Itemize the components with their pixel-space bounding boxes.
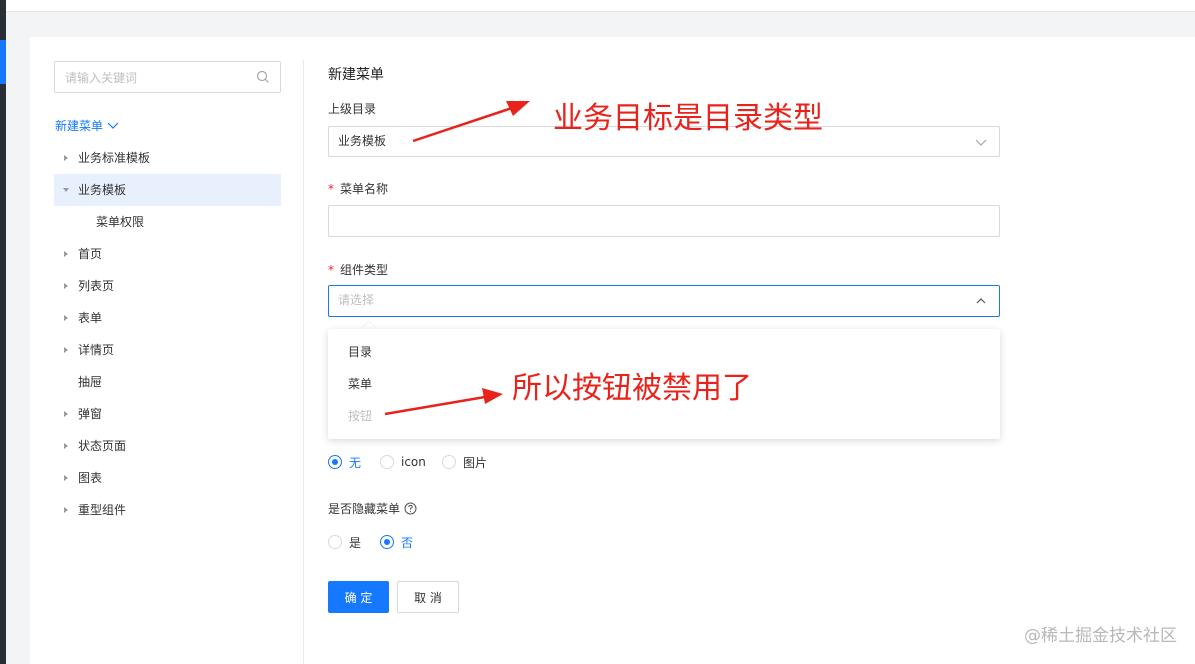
caret-right-icon[interactable]: [62, 154, 70, 162]
radio-dot: [380, 455, 394, 469]
top-bar: [6, 0, 1195, 12]
question-circle-icon[interactable]: [404, 502, 417, 515]
tree-item-list-page[interactable]: 列表页: [54, 270, 281, 302]
caret-right-icon[interactable]: [62, 250, 70, 258]
tree-item-label: 弹窗: [78, 407, 103, 421]
app-side-strip: [0, 0, 6, 664]
radio-label: 否: [401, 535, 414, 550]
component-type-select[interactable]: 请选择: [328, 285, 1000, 317]
tree-item-menu-permission[interactable]: 菜单权限: [54, 206, 281, 238]
radio-dot: [380, 535, 394, 549]
radio-label: icon: [401, 455, 426, 469]
page-title: 新建菜单: [328, 67, 384, 83]
chevron-down-icon: [975, 139, 987, 146]
hide-menu-label: 是否隐藏菜单: [328, 500, 417, 517]
option-directory[interactable]: 目录: [328, 336, 1000, 368]
tree-root-label: 新建菜单: [55, 119, 104, 133]
radio-hide-no[interactable]: 否: [380, 532, 413, 552]
annotation-text-bottom: 所以按钮被禁用了: [512, 371, 752, 406]
parent-dir-label: 上级目录: [328, 102, 377, 116]
tree-item-drawer[interactable]: 抽屉: [54, 366, 281, 398]
tree-item-modal[interactable]: 弹窗: [54, 398, 281, 430]
tree-item-label: 列表页: [78, 279, 115, 293]
tree-item-label: 业务模板: [78, 183, 127, 197]
panel-divider: [303, 60, 304, 664]
cancel-button[interactable]: 取 消: [397, 581, 459, 613]
watermark: @稀土掘金技术社区: [1024, 626, 1177, 646]
tree-item-label: 首页: [78, 247, 103, 261]
tree-item-label: 菜单权限: [96, 215, 145, 229]
caret-right-icon[interactable]: [62, 506, 70, 514]
radio-image[interactable]: 图片: [442, 452, 487, 472]
tree-item-label: 抽屉: [78, 375, 103, 389]
caret-right-icon[interactable]: [62, 346, 70, 354]
menu-name-input[interactable]: [328, 205, 1000, 237]
radio-icon[interactable]: icon: [380, 452, 426, 472]
tree-root-new-menu[interactable]: 新建菜单: [55, 116, 119, 136]
radio-dot: [328, 455, 342, 469]
component-type-label: * 组件类型: [328, 263, 389, 277]
tree-item-status-page[interactable]: 状态页面: [54, 430, 281, 462]
parent-dir-value: 业务模板: [338, 134, 387, 148]
tree-item-label: 图表: [78, 471, 103, 485]
caret-right-icon[interactable]: [62, 442, 70, 450]
required-mark: *: [328, 182, 334, 196]
annotation-text-top: 业务目标是目录类型: [553, 101, 823, 136]
menu-name-label: * 菜单名称: [328, 182, 389, 196]
search-icon[interactable]: [256, 70, 270, 84]
caret-right-icon[interactable]: [62, 282, 70, 290]
chevron-up-icon: [976, 298, 986, 304]
radio-dot: [328, 535, 342, 549]
tree-item-label: 详情页: [78, 343, 115, 357]
tree-item-chart[interactable]: 图表: [54, 462, 281, 494]
tree-item-form[interactable]: 表单: [54, 302, 281, 334]
radio-hide-yes[interactable]: 是: [328, 532, 361, 552]
confirm-button[interactable]: 确 定: [328, 581, 389, 613]
tree-item-business-template[interactable]: 业务模板: [54, 174, 281, 206]
tree-item-label: 业务标准模板: [78, 151, 151, 165]
chevron-down-icon: [107, 122, 119, 129]
radio-dot: [442, 455, 456, 469]
required-mark: *: [328, 263, 334, 277]
caret-right-icon[interactable]: [62, 474, 70, 482]
radio-label: 图片: [463, 455, 488, 470]
tree-item-business-standard-template[interactable]: 业务标准模板: [54, 142, 281, 174]
sidebar-search: [54, 61, 281, 93]
component-type-placeholder: 请选择: [338, 293, 375, 307]
tree-item-heavy-component[interactable]: 重型组件: [54, 494, 281, 526]
tree-item-label: 状态页面: [78, 439, 127, 453]
radio-label: 无: [349, 455, 362, 470]
active-nav-indicator: [0, 40, 6, 84]
tree-item-home[interactable]: 首页: [54, 238, 281, 270]
tree-item-label: 表单: [78, 311, 103, 325]
radio-label: 是: [349, 535, 362, 550]
caret-right-icon[interactable]: [62, 314, 70, 322]
search-input[interactable]: [63, 68, 252, 88]
radio-none[interactable]: 无: [328, 452, 361, 472]
tree-item-detail-page[interactable]: 详情页: [54, 334, 281, 366]
caret-down-icon[interactable]: [62, 186, 70, 194]
tree-item-label: 重型组件: [78, 503, 127, 517]
caret-right-icon[interactable]: [62, 410, 70, 418]
